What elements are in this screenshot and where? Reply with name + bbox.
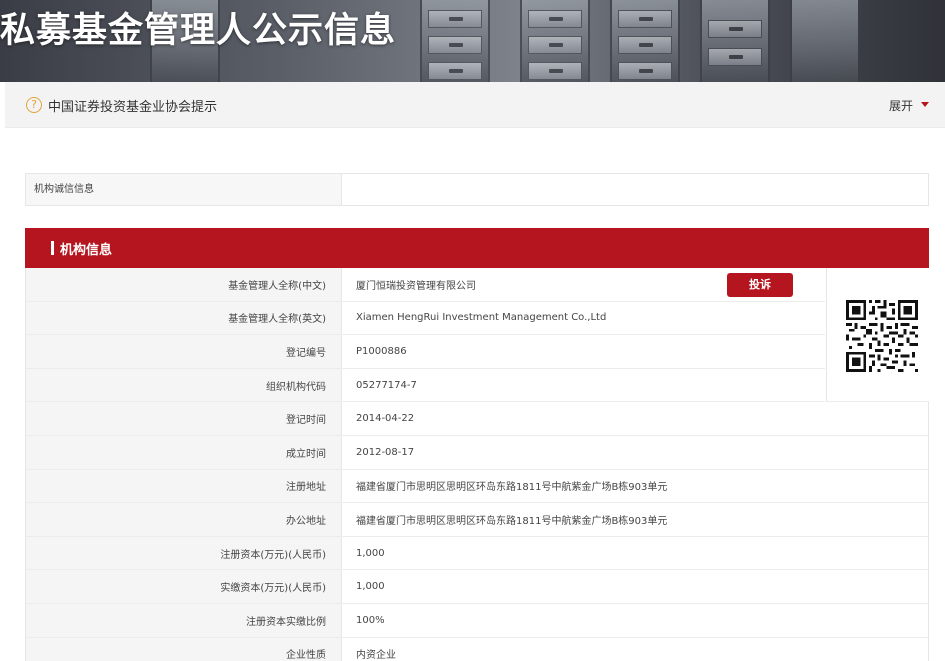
row-value: 福建省厦门市思明区思明区环岛东路1811号中航紫金广场B栋903单元 [356,482,668,494]
expand-toggle[interactable]: 展开 [889,97,913,114]
row-key: 注册资本(万元)(人民币) [26,536,342,570]
banner-decoration [420,0,490,82]
row-key: 成立时间 [26,435,342,469]
table-row: 注册地址 福建省厦门市思明区思明区环岛东路1811号中航紫金广场B栋903单元 [26,469,928,504]
row-key: 注册资本实缴比例 [26,603,342,637]
row-value: 内资企业 [356,650,396,661]
caret-down-icon[interactable] [921,102,929,107]
row-key: 注册地址 [26,469,342,503]
table-row: 企业性质 内资企业 [26,637,928,661]
section-header-org-info: 机构信息 [25,228,929,268]
table-row: 基金管理人全称(中文) 厦门恒瑞投资管理有限公司 [26,268,825,302]
table-row: 实缴资本(万元)(人民币) 1,000 [26,570,928,604]
question-circle-icon: ? [26,97,42,113]
section-title: 机构信息 [60,243,113,258]
row-value: 福建省厦门市思明区思明区环岛东路1811号中航紫金广场B栋903单元 [356,515,668,527]
banner-decoration [790,0,860,82]
row-key: 实缴资本(万元)(人民币) [26,570,342,603]
row-key: 企业性质 [26,637,342,661]
banner-decoration [520,0,590,82]
table-row: 注册资本实缴比例 100% [26,603,928,638]
table-row: 注册资本(万元)(人民币) 1,000 [26,536,928,571]
notice-text: 中国证券投资基金业协会提示 [48,100,218,115]
banner-decoration [700,0,770,82]
row-value: 2012-08-17 [356,446,415,458]
row-value: 1,000 [356,581,385,593]
row-key: 登记时间 [26,402,342,435]
qr-code-icon [846,300,918,372]
row-key: 基金管理人全称(英文) [26,301,342,335]
row-value: Xiamen HengRui Investment Management Co.… [356,312,607,324]
notice-bar: ? 中国证券投资基金业协会提示 展开 [5,82,945,128]
table-row: 组织机构代码 05277174-7 [26,368,825,403]
row-value: 厦门恒瑞投资管理有限公司 [356,280,476,292]
section-marker [51,241,54,255]
row-key: 基金管理人全称(中文) [26,268,342,301]
table-row: 办公地址 福建省厦门市思明区思明区环岛东路1811号中航紫金广场B栋903单元 [26,503,928,537]
row-value: 100% [356,614,385,626]
qr-code-cell [826,268,929,402]
row-key: 组织机构代码 [26,368,342,402]
table-row: 登记时间 2014-04-22 [26,402,928,436]
table-row: 基金管理人全称(英文) Xiamen HengRui Investment Ma… [26,301,825,336]
row-value: 05277174-7 [356,379,417,391]
integrity-info-row: 机构诚信信息 [25,173,929,206]
complain-button[interactable]: 投诉 [727,273,793,297]
header-banner: 私募基金管理人公示信息 [0,0,945,82]
integrity-label: 机构诚信信息 [26,174,342,205]
page-title: 私募基金管理人公示信息 [0,11,397,51]
table-row: 登记编号 P1000886 [26,335,825,369]
banner-decoration [610,0,680,82]
row-value: 2014-04-22 [356,413,415,425]
table-row: 成立时间 2012-08-17 [26,435,928,470]
org-info-table: 基金管理人全称(中文) 厦门恒瑞投资管理有限公司 基金管理人全称(英文) Xia… [25,268,929,661]
row-key: 办公地址 [26,503,342,536]
row-value: 1,000 [356,547,385,559]
row-key: 登记编号 [26,335,342,368]
row-value: P1000886 [356,345,407,357]
